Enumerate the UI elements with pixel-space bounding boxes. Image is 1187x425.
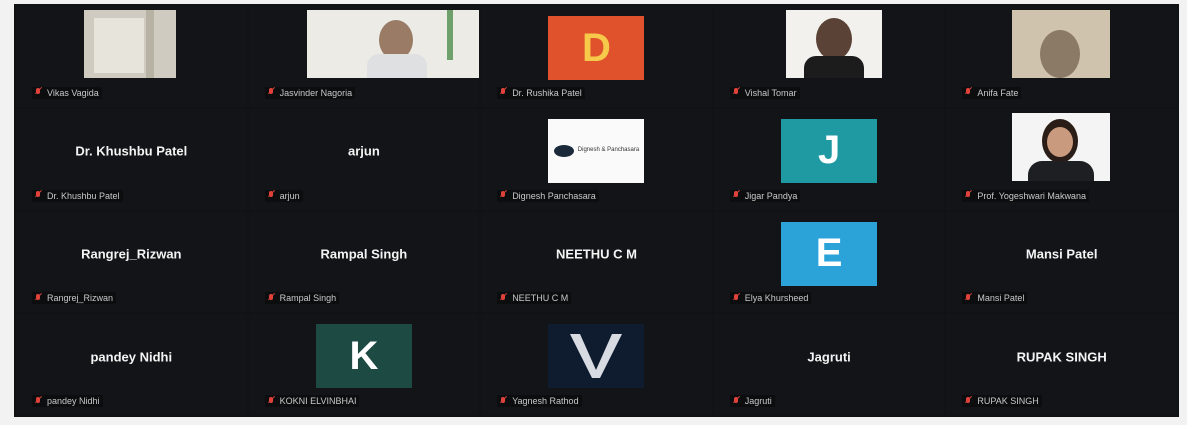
participant-display-name: Jagruti bbox=[807, 349, 851, 365]
participant-name-label: Jigar Pandya bbox=[729, 189, 801, 202]
participant-display-name: Mansi Patel bbox=[1025, 246, 1098, 262]
participant-tile[interactable]: Dignesh & Panchasara Dignesh Panchasara bbox=[481, 108, 712, 210]
participant-tile[interactable]: Rampal Singh Rampal Singh bbox=[248, 211, 480, 313]
participant-tile[interactable]: K KOKNI ELVINBHAI bbox=[248, 314, 480, 415]
mic-muted-icon bbox=[268, 191, 274, 200]
participant-name-label: Dignesh Panchasara bbox=[497, 189, 599, 202]
participant-name-label: Yagnesh Rathod bbox=[497, 395, 582, 407]
participant-tile[interactable]: E Elya Khursheed bbox=[713, 211, 945, 313]
participant-tile[interactable]: Anifa Fate bbox=[946, 6, 1177, 107]
participant-tile[interactable]: J Jigar Pandya bbox=[713, 108, 945, 210]
avatar: E bbox=[781, 221, 878, 286]
participant-name-label: Elya Khursheed bbox=[729, 292, 812, 305]
participant-name-label: Dr. Rushika Patel bbox=[497, 86, 585, 99]
mic-muted-icon bbox=[733, 191, 739, 200]
avatar: J bbox=[781, 118, 878, 183]
mic-muted-icon bbox=[35, 191, 41, 200]
participant-video bbox=[306, 10, 480, 78]
profile-logo: Dignesh & Panchasara bbox=[548, 118, 645, 183]
profile-logo-text: Dignesh & Panchasara bbox=[577, 147, 640, 154]
mic-muted-icon bbox=[268, 293, 274, 303]
participant-tile[interactable]: Dr. Khushbu Patel Dr. Khushbu Patel bbox=[16, 108, 247, 210]
participant-display-name: Dr. Khushbu Patel bbox=[75, 143, 188, 159]
mic-muted-icon bbox=[35, 396, 41, 406]
mic-muted-icon bbox=[35, 293, 41, 303]
mic-muted-icon bbox=[965, 88, 971, 97]
participant-tile[interactable]: Yagnesh Rathod bbox=[481, 314, 712, 415]
mic-muted-icon bbox=[965, 293, 971, 303]
mic-muted-icon bbox=[965, 191, 971, 200]
participant-tile[interactable]: Mansi Patel Mansi Patel bbox=[946, 211, 1177, 313]
participant-tile[interactable]: Jasvinder Nagoria bbox=[248, 6, 480, 107]
participant-tile[interactable]: pandey Nidhi pandey Nidhi bbox=[16, 314, 247, 415]
participant-tile[interactable]: Prof. Yogeshwari Makwana bbox=[946, 108, 1177, 210]
participant-display-name: pandey Nidhi bbox=[90, 349, 173, 365]
avatar: D bbox=[548, 16, 645, 80]
mic-muted-icon bbox=[500, 396, 506, 406]
mic-muted-icon bbox=[500, 191, 506, 200]
participant-tile[interactable]: Vikas Vagida bbox=[16, 6, 247, 107]
participant-name-label: Prof. Yogeshwari Makwana bbox=[962, 189, 1089, 202]
meeting-gallery-view: Vikas Vagida Jasvinder Nagoria D Dr. Rus… bbox=[14, 4, 1179, 417]
participant-name-label: RUPAK SINGH bbox=[962, 395, 1042, 407]
participant-display-name: RUPAK SINGH bbox=[1016, 349, 1107, 365]
participant-name-label: Rangrej_Rizwan bbox=[32, 292, 117, 305]
mic-muted-icon bbox=[733, 88, 739, 97]
participant-name-label: Anifa Fate bbox=[962, 86, 1022, 99]
mic-muted-icon bbox=[268, 88, 274, 97]
speech-bubble-icon bbox=[553, 144, 574, 157]
participant-tile[interactable]: Jagruti Jagruti bbox=[713, 314, 945, 415]
v-logo-icon bbox=[570, 334, 623, 379]
avatar: K bbox=[315, 324, 412, 389]
participant-display-name: arjun bbox=[347, 143, 380, 159]
participant-name-label: Vikas Vagida bbox=[32, 86, 102, 99]
participant-name-label: Vishal Tomar bbox=[729, 86, 800, 99]
participant-tile[interactable]: Rangrej_Rizwan Rangrej_Rizwan bbox=[16, 211, 247, 313]
participant-name-label: KOKNI ELVINBHAI bbox=[264, 395, 360, 407]
participant-tile[interactable]: arjun arjun bbox=[248, 108, 480, 210]
participant-video bbox=[1012, 10, 1111, 78]
participant-name-label: Dr. Khushbu Patel bbox=[32, 189, 123, 202]
participant-name-label: Jasvinder Nagoria bbox=[264, 86, 356, 99]
participant-name-label: Jagruti bbox=[729, 395, 775, 407]
participant-video bbox=[84, 10, 176, 78]
participant-tile[interactable]: NEETHU C M NEETHU C M bbox=[481, 211, 712, 313]
participant-name-label: NEETHU C M bbox=[497, 292, 572, 305]
mic-muted-icon bbox=[268, 396, 274, 406]
participant-name-label: Mansi Patel bbox=[962, 292, 1028, 305]
mic-muted-icon bbox=[733, 396, 739, 406]
participant-display-name: NEETHU C M bbox=[556, 246, 637, 262]
mic-muted-icon bbox=[500, 88, 506, 97]
mic-muted-icon bbox=[733, 293, 739, 303]
participant-tile[interactable]: RUPAK SINGH RUPAK SINGH bbox=[946, 314, 1177, 415]
participant-display-name: Rangrej_Rizwan bbox=[81, 246, 182, 262]
mic-muted-icon bbox=[35, 88, 41, 97]
participant-display-name: Rampal Singh bbox=[320, 246, 408, 262]
participant-video bbox=[785, 10, 882, 78]
participant-name-label: arjun bbox=[264, 189, 303, 202]
avatar bbox=[548, 324, 645, 389]
mic-muted-icon bbox=[965, 396, 971, 406]
participant-name-label: pandey Nidhi bbox=[32, 395, 103, 407]
participant-tile[interactable]: Vishal Tomar bbox=[713, 6, 945, 107]
participant-tile[interactable]: D Dr. Rushika Patel bbox=[481, 6, 712, 107]
participant-video bbox=[1012, 112, 1111, 181]
participant-name-label: Rampal Singh bbox=[264, 292, 340, 305]
mic-muted-icon bbox=[500, 293, 506, 303]
